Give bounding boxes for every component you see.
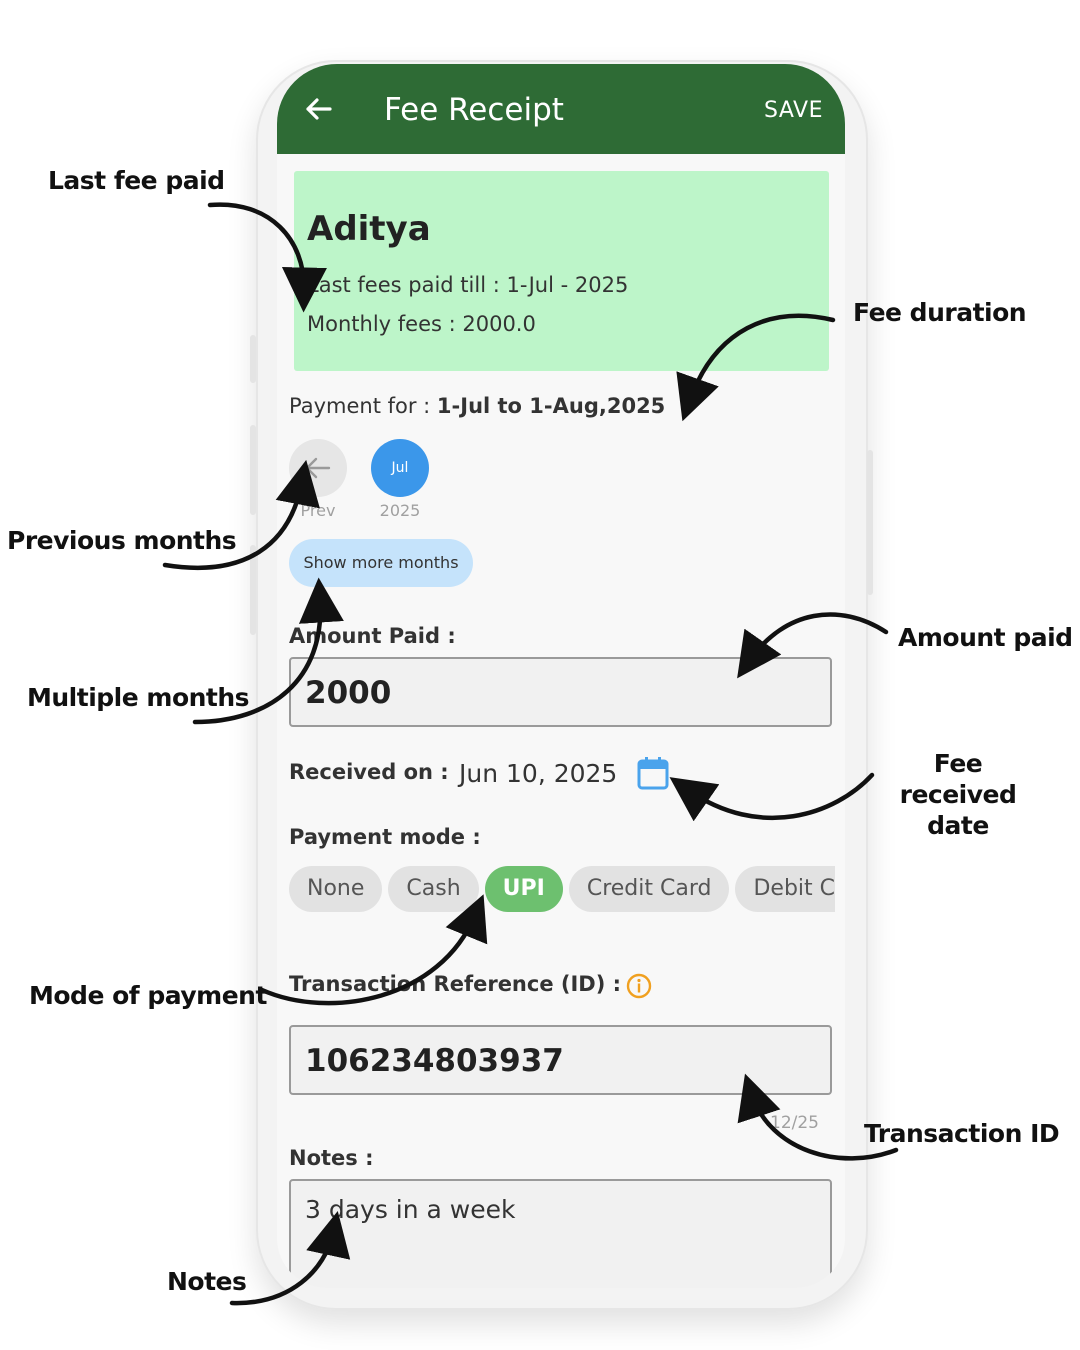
arrow-fee-received-date	[669, 772, 875, 822]
arrow-multiple-months	[192, 577, 344, 725]
annotation-arrows	[162, 202, 899, 1306]
arrow-notes	[229, 1211, 351, 1306]
arrow-previous-months	[162, 459, 320, 571]
arrow-mode-of-payment	[259, 894, 488, 1006]
arrow-fee-duration	[676, 313, 836, 422]
arrow-transaction-id	[737, 1073, 899, 1161]
arrow-amount-paid	[737, 612, 889, 679]
arrow-last-fee-paid	[207, 202, 327, 313]
